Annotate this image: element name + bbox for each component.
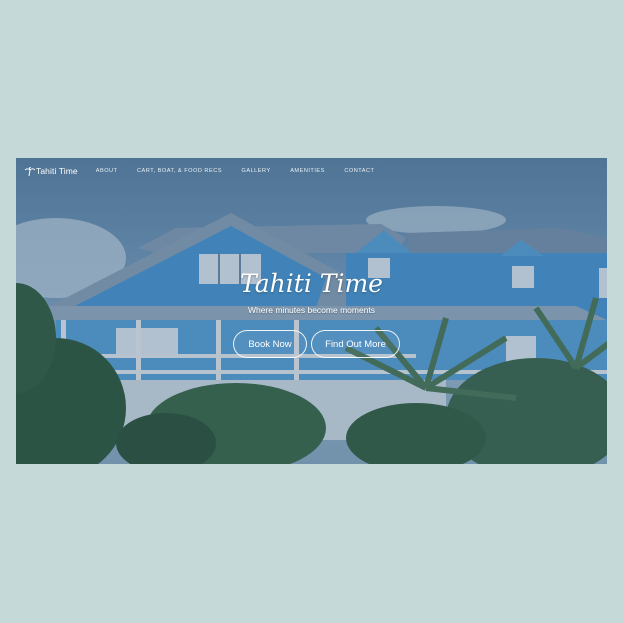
hero-title: Tahiti Time: [240, 269, 383, 298]
nav-link-gallery[interactable]: GALLERY: [241, 168, 270, 174]
hero-section: Tahiti Time ABOUT CART, BOAT, & FOOD REC…: [16, 158, 607, 464]
site-logo[interactable]: Tahiti Time: [25, 166, 78, 176]
top-navigation: Tahiti Time ABOUT CART, BOAT, & FOOD REC…: [16, 158, 607, 184]
nav-link-cart-boat-food-recs[interactable]: CART, BOAT, & FOOD RECS: [137, 168, 222, 174]
nav-link-contact[interactable]: CONTACT: [344, 168, 374, 174]
book-now-button[interactable]: Book Now: [233, 330, 307, 358]
palm-tree-icon: [25, 166, 35, 176]
nav-link-about[interactable]: ABOUT: [96, 168, 118, 174]
hero-subtitle: Where minutes become moments: [247, 305, 376, 315]
site-logo-text: Tahiti Time: [36, 166, 78, 176]
nav-link-amenities[interactable]: AMENITIES: [290, 168, 325, 174]
find-out-more-button[interactable]: Find Out More: [311, 330, 400, 358]
